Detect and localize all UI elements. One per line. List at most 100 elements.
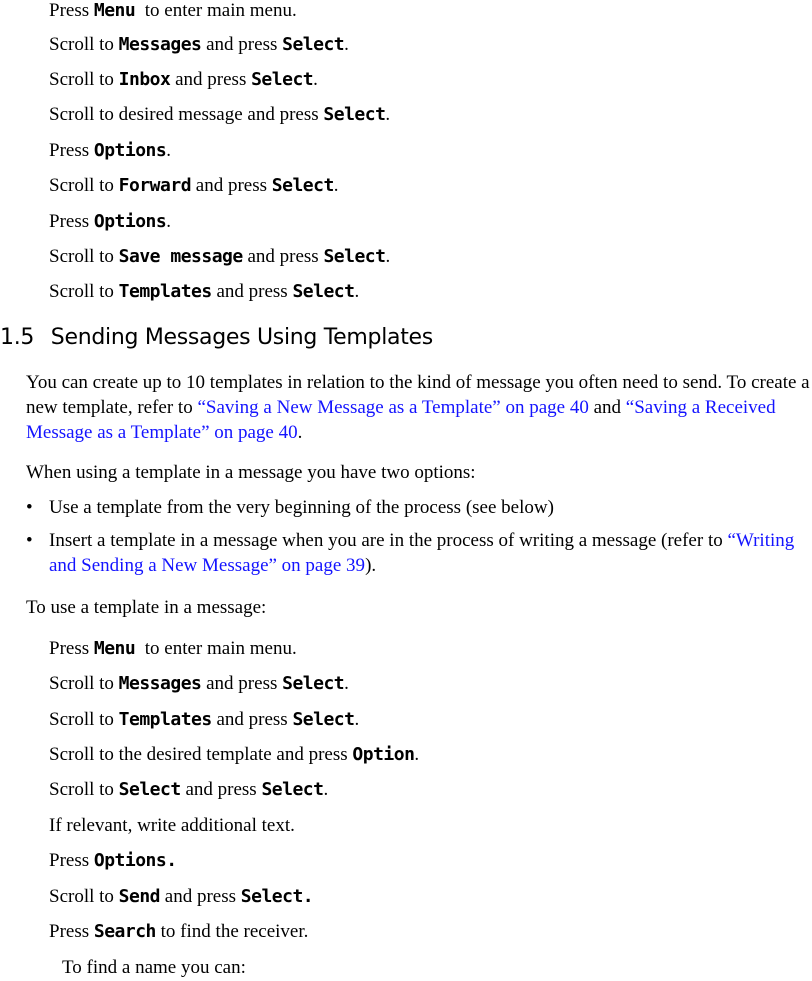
step-text: Press xyxy=(49,211,94,232)
step-text: Press xyxy=(49,850,94,871)
step-text: Scroll to xyxy=(49,886,119,907)
step-text: . xyxy=(323,779,329,800)
softkey-label: Options. xyxy=(93,850,177,871)
step-text: and press xyxy=(211,281,293,302)
softkey-label: Templates xyxy=(118,709,213,730)
instruction-step: Press Menu to enter main menu. xyxy=(49,0,297,22)
intro-text: and xyxy=(588,397,626,418)
step-text: Scroll to xyxy=(49,175,119,196)
step-text: . xyxy=(354,709,360,730)
bullet-text-part: ). xyxy=(365,555,377,576)
step-text: and press xyxy=(201,673,283,694)
step-text: Press xyxy=(49,140,94,161)
softkey-label: Select xyxy=(261,779,324,800)
softkey-label: Inbox xyxy=(118,69,171,90)
step-text: Press xyxy=(49,638,94,659)
softkey-label: Select xyxy=(271,175,335,196)
softkey-label: Menu xyxy=(93,0,136,21)
step-text: . xyxy=(385,104,391,125)
softkey-label: Select xyxy=(251,69,314,90)
step-text: to enter main menu. xyxy=(135,0,297,21)
step-text: . xyxy=(354,281,360,302)
step-text: and press xyxy=(201,34,283,55)
link-saving-new-message[interactable]: “Saving a New Message as a Template” on … xyxy=(197,397,588,418)
instruction-step: Scroll to Templates and press Select. xyxy=(49,281,359,303)
instruction-step: Press Options. xyxy=(49,850,177,872)
intro-text: . xyxy=(297,422,303,443)
step-text: Scroll to the desired template and press xyxy=(49,744,353,765)
step-text: Scroll to xyxy=(49,709,119,730)
step-text: and press xyxy=(242,246,324,267)
softkey-label: Select xyxy=(282,34,345,55)
step-text: Press xyxy=(49,0,94,21)
softkey-label: Select xyxy=(118,779,182,800)
instruction-step: Scroll to Messages and press Select. xyxy=(49,34,349,56)
softkey-label: Options xyxy=(93,140,167,161)
use-intro: To use a template in a message: xyxy=(26,597,267,618)
softkey-label: Select xyxy=(323,246,386,267)
instruction-step: If relevant, write additional text. xyxy=(49,815,295,837)
softkey-label: Select. xyxy=(240,886,314,907)
step-text: and press xyxy=(191,175,272,196)
bullet-item: • Insert a template in a message when yo… xyxy=(26,528,812,578)
instruction-step: Scroll to Messages and press Select. xyxy=(49,673,349,695)
step-text: Scroll to xyxy=(49,281,119,302)
instruction-step: Scroll to Forward and press Select. xyxy=(49,175,339,197)
find-name-text: To find a name you can: xyxy=(62,957,246,978)
instruction-step: Press Options. xyxy=(49,140,171,162)
instruction-step: Press Search to find the receiver. xyxy=(49,921,308,943)
instruction-step: Scroll to Inbox and press Select. xyxy=(49,69,318,91)
step-text: Press xyxy=(49,921,94,942)
instruction-step: Press Menu to enter main menu. xyxy=(49,638,297,660)
section-heading: 1.5 Sending Messages Using Templates xyxy=(0,324,433,352)
step-text: Scroll to xyxy=(49,779,119,800)
step-text: . xyxy=(333,175,339,196)
instruction-step: Scroll to Save message and press Select. xyxy=(49,246,390,268)
bullet-icon: • xyxy=(26,497,33,518)
softkey-label: Menu xyxy=(93,638,136,659)
step-text: and press xyxy=(211,709,293,730)
instruction-step: Press Options. xyxy=(49,211,171,233)
step-text: Scroll to xyxy=(49,673,119,694)
bullet-text-part: Insert a template in a message when you … xyxy=(49,530,728,551)
softkey-label: Messages xyxy=(118,673,202,694)
softkey-label: Select xyxy=(292,281,355,302)
softkey-label: Select xyxy=(323,104,386,125)
step-text: and press xyxy=(160,886,241,907)
softkey-label: Options xyxy=(93,211,167,232)
step-text: . xyxy=(313,69,318,90)
step-text: Scroll to xyxy=(49,246,119,267)
softkey-label: Option xyxy=(352,744,415,765)
step-text: to enter main menu. xyxy=(135,638,297,659)
instruction-step: Scroll to Templates and press Select. xyxy=(49,709,359,731)
step-text: . xyxy=(166,140,171,161)
softkey-label: Select xyxy=(292,709,355,730)
step-text: and press xyxy=(180,779,262,800)
step-text: to find the receiver. xyxy=(155,921,309,942)
step-text: . xyxy=(166,211,171,232)
softkey-label: Save message xyxy=(118,246,244,267)
instruction-step: Scroll to desired message and press Sele… xyxy=(49,104,390,126)
step-text: Scroll to xyxy=(49,34,119,55)
step-text: Scroll to xyxy=(49,69,119,90)
step-text: . xyxy=(385,246,391,267)
step-text: . xyxy=(344,673,349,694)
step-text: and press xyxy=(170,69,252,90)
instruction-step: Scroll to Send and press Select. xyxy=(49,886,314,908)
softkey-label: Search xyxy=(93,921,157,942)
step-text: . xyxy=(344,34,349,55)
softkey-label: Templates xyxy=(118,281,213,302)
section-title: Sending Messages Using Templates xyxy=(50,325,433,350)
instruction-step: Scroll to the desired template and press… xyxy=(49,744,419,766)
intro-paragraph: You can create up to 10 templates in rel… xyxy=(26,370,812,445)
step-text: . xyxy=(414,744,420,765)
instruction-step: Scroll to Select and press Select. xyxy=(49,779,328,801)
bullet-text: Use a template from the very beginning o… xyxy=(49,497,554,518)
softkey-label: Messages xyxy=(118,34,202,55)
options-intro: When using a template in a message you h… xyxy=(26,462,476,483)
section-number: 1.5 xyxy=(0,325,35,350)
step-text: If relevant, write additional text. xyxy=(49,815,295,836)
bullet-icon: • xyxy=(26,530,33,551)
softkey-label: Send xyxy=(118,886,161,907)
bullet-item: • Use a template from the very beginning… xyxy=(26,495,812,520)
